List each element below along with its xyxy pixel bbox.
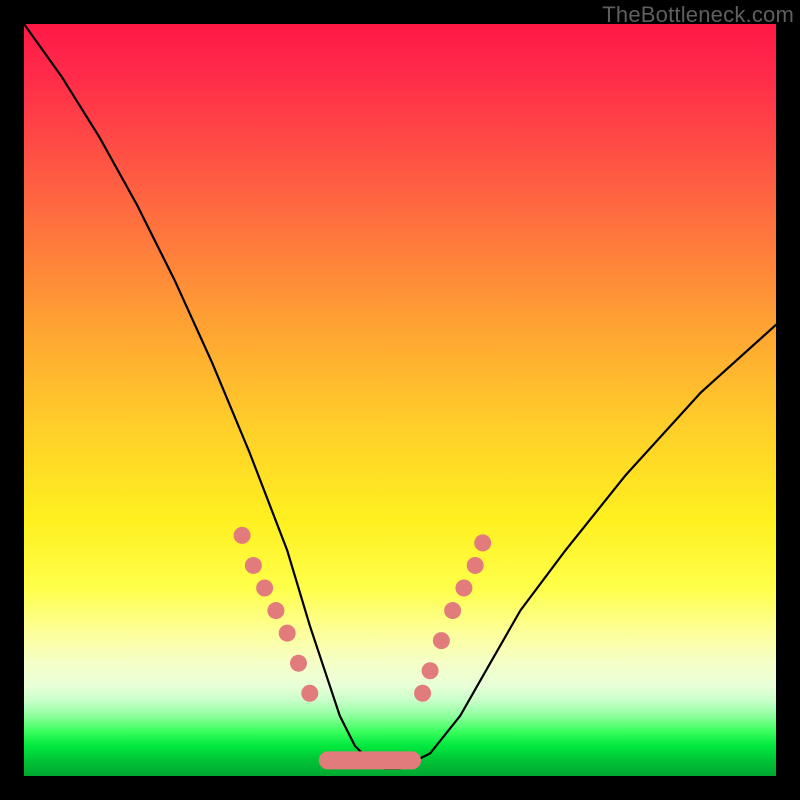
curve-marker	[301, 685, 318, 702]
curve-layer	[24, 24, 776, 776]
curve-marker	[245, 557, 262, 574]
curve-marker	[467, 557, 484, 574]
watermark-text: TheBottleneck.com	[602, 2, 794, 28]
curve-marker	[256, 580, 273, 597]
curve-marker	[267, 602, 284, 619]
curve-marker	[279, 625, 296, 642]
plot-area	[24, 24, 776, 776]
bottleneck-curve	[24, 24, 776, 769]
curve-marker-bar	[319, 751, 421, 769]
chart-frame: TheBottleneck.com	[0, 0, 800, 800]
curve-marker	[422, 662, 439, 679]
curve-marker	[433, 632, 450, 649]
curve-markers	[234, 527, 492, 770]
curve-marker	[455, 580, 472, 597]
curve-marker	[234, 527, 251, 544]
curve-marker	[414, 685, 431, 702]
curve-marker	[290, 655, 307, 672]
curve-marker	[474, 534, 491, 551]
curve-marker	[444, 602, 461, 619]
